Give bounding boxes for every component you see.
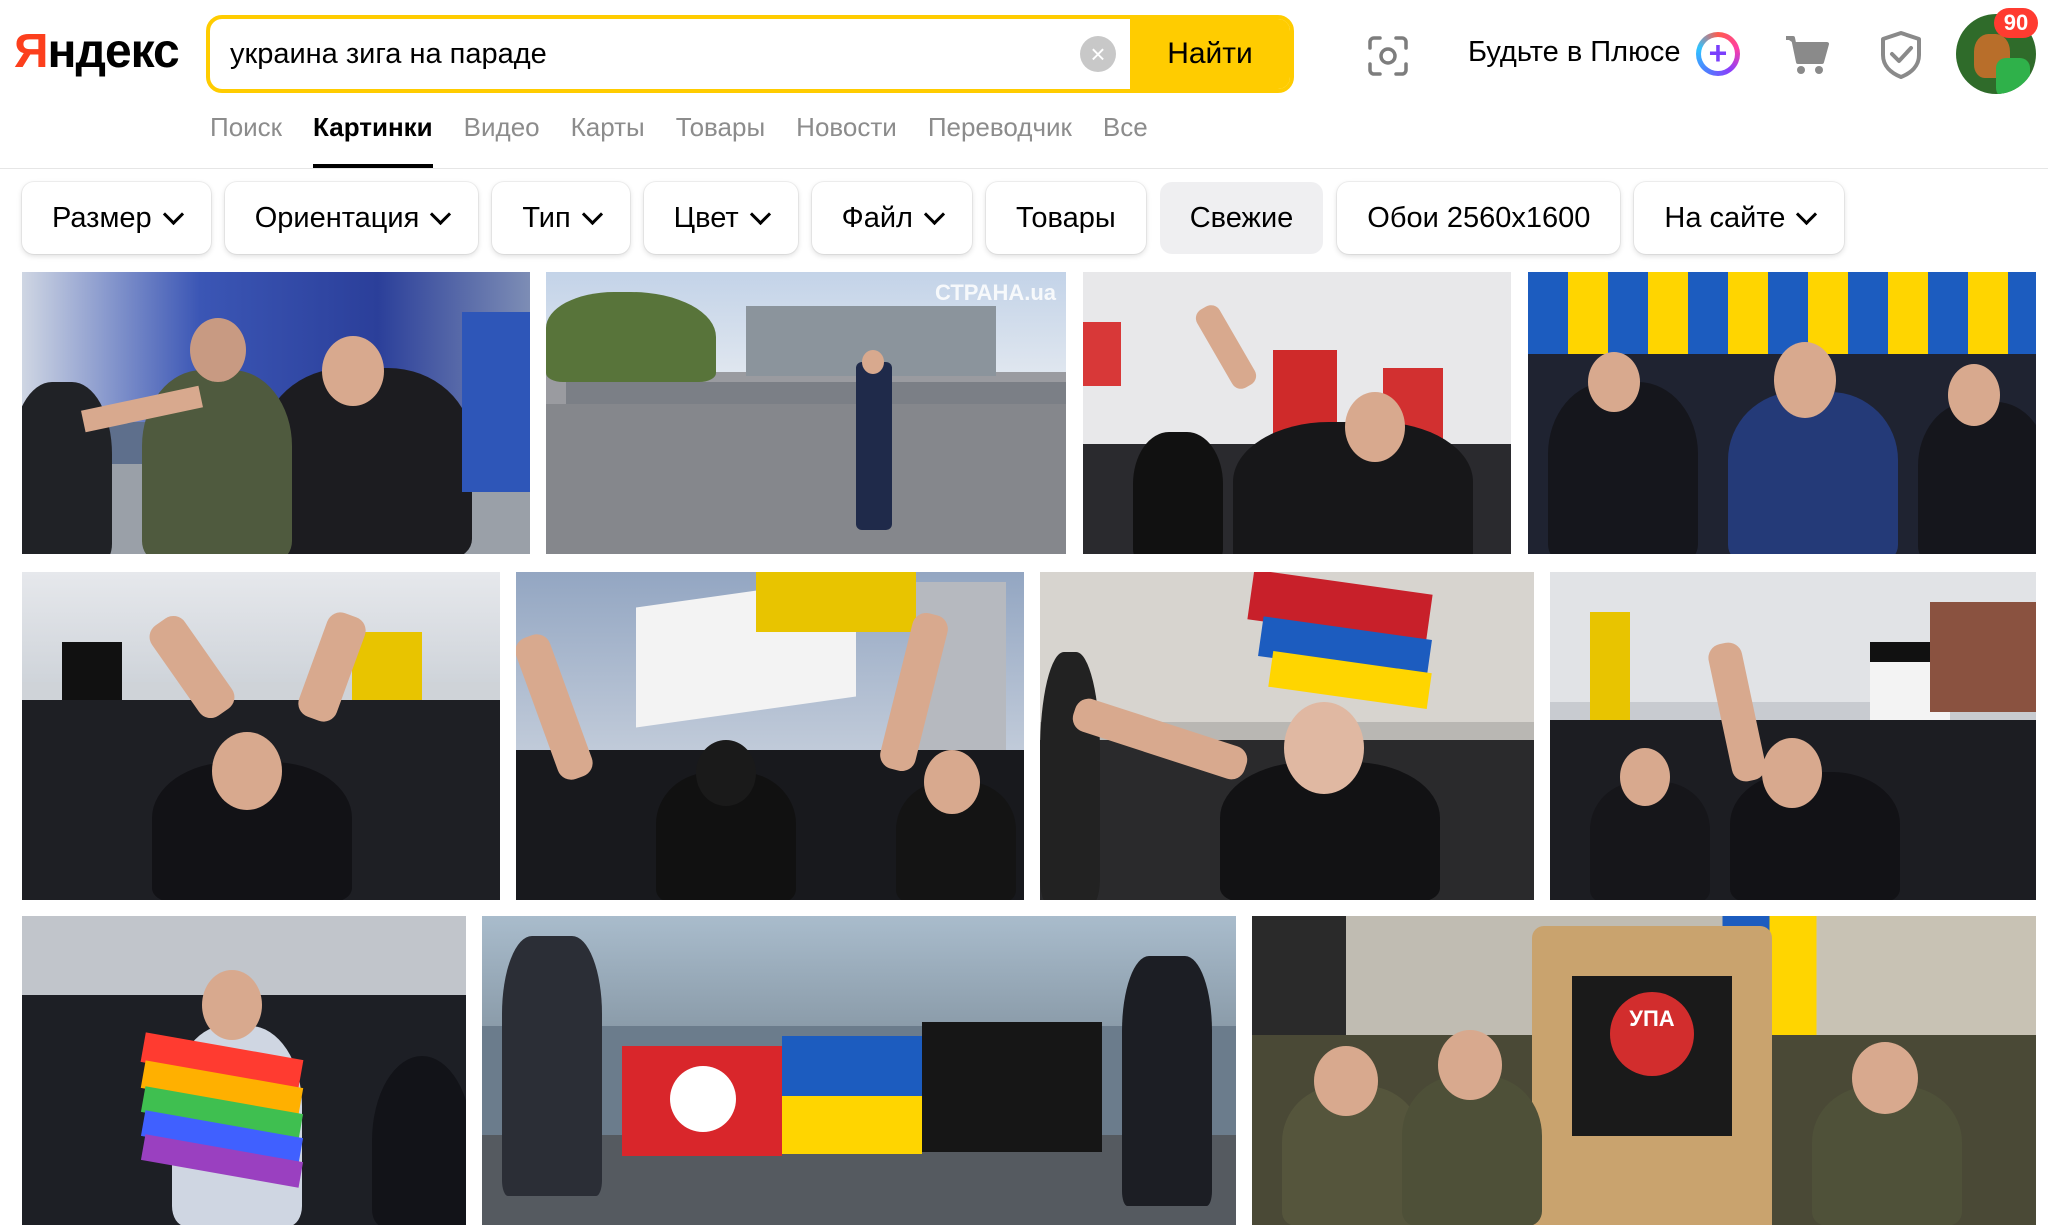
plus-icon[interactable] — [1696, 32, 1740, 76]
notification-badge: 90 — [1994, 8, 2038, 38]
image-result[interactable] — [22, 572, 500, 900]
tab-news[interactable]: Новости — [796, 108, 897, 168]
image-result[interactable]: СТРАНА.ua — [546, 272, 1066, 554]
filter-color[interactable]: Цвет — [643, 182, 798, 254]
search-button[interactable]: Найти — [1130, 19, 1290, 89]
image-result[interactable]: УПА — [1252, 916, 2036, 1225]
tab-search[interactable]: Поиск — [210, 108, 282, 168]
tab-images[interactable]: Картинки — [313, 108, 433, 168]
image-result[interactable] — [22, 916, 466, 1225]
filter-size[interactable]: Размер — [22, 182, 211, 254]
filter-type[interactable]: Тип — [492, 182, 630, 254]
tab-all[interactable]: Все — [1103, 108, 1148, 168]
clear-icon[interactable]: × — [1080, 36, 1116, 72]
image-result[interactable] — [1040, 572, 1534, 900]
image-result[interactable] — [1083, 272, 1511, 554]
plus-promo-link[interactable]: Будьте в Плюсе — [1468, 36, 1680, 69]
header: Яндекс × Найти Будьте в Плюсе 90 Поиск К… — [0, 0, 2048, 169]
filter-orientation[interactable]: Ориентация — [224, 182, 479, 254]
chevron-down-icon — [162, 203, 184, 225]
yandex-logo[interactable]: Яндекс — [14, 24, 180, 79]
filter-bar: Размер Ориентация Тип Цвет Файл Товары С… — [22, 182, 1858, 254]
shield-icon[interactable] — [1878, 30, 1924, 80]
image-result[interactable] — [1550, 572, 2036, 900]
image-result[interactable] — [22, 272, 530, 554]
search-bar: × Найти — [206, 15, 1294, 93]
tab-translator[interactable]: Переводчик — [928, 108, 1072, 168]
chevron-down-icon — [1796, 203, 1818, 225]
chevron-down-icon — [581, 203, 603, 225]
upa-flag-text: УПА — [1629, 1006, 1675, 1031]
filter-products[interactable]: Товары — [985, 182, 1146, 254]
service-tabs: Поиск Картинки Видео Карты Товары Новост… — [210, 108, 1179, 168]
chevron-down-icon — [430, 203, 452, 225]
filter-file[interactable]: Файл — [811, 182, 972, 254]
filter-fresh[interactable]: Свежие — [1159, 182, 1324, 254]
tab-maps[interactable]: Карты — [571, 108, 645, 168]
filter-wallpaper-size[interactable]: Обои 2560x1600 — [1337, 182, 1621, 254]
filter-on-site[interactable]: На сайте — [1634, 182, 1845, 254]
cart-icon[interactable] — [1784, 34, 1830, 76]
chevron-down-icon — [923, 203, 946, 225]
image-result[interactable] — [516, 572, 1024, 900]
image-result[interactable] — [1528, 272, 2036, 554]
image-result[interactable] — [482, 916, 1236, 1225]
tab-video[interactable]: Видео — [464, 108, 540, 168]
chevron-down-icon — [749, 203, 771, 225]
search-input[interactable] — [230, 19, 1070, 89]
camera-search-icon[interactable] — [1364, 32, 1412, 80]
source-watermark: СТРАНА.ua — [935, 280, 1056, 305]
tab-products[interactable]: Товары — [676, 108, 765, 168]
